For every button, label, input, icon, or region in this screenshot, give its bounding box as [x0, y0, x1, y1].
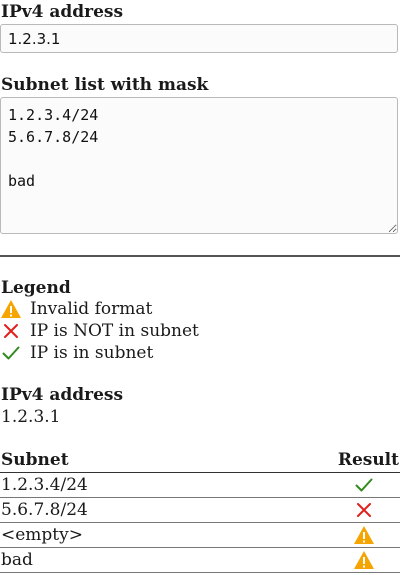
row-subnet: 5.6.7.8/24 [1, 500, 88, 520]
table-row: bad [0, 548, 400, 573]
subnet-list-textarea[interactable] [0, 97, 398, 234]
cross-icon [0, 320, 22, 342]
table-row: <empty> [0, 523, 400, 548]
legend-item-label: IP is in subnet [30, 343, 154, 363]
warning-icon [353, 524, 375, 546]
subnet-list-label: Subnet list with mask [1, 75, 209, 95]
results-table-header: Subnet Result [0, 448, 400, 473]
table-row: 1.2.3.4/24 [0, 473, 400, 498]
legend-title: Legend [1, 278, 71, 298]
results-table: Subnet Result 1.2.3.4/24 5.6.7.8/24 <emp… [0, 448, 400, 573]
result-ip-value: 1.2.3.1 [1, 407, 61, 427]
legend-item-label: Invalid format [30, 299, 153, 319]
ip-address-input[interactable] [0, 24, 398, 53]
section-divider [0, 255, 400, 257]
legend-item-in-subnet: IP is in subnet [0, 342, 153, 364]
legend-item-invalid: Invalid format [0, 298, 152, 320]
row-subnet: <empty> [1, 525, 83, 545]
result-ip-title: IPv4 address [1, 385, 124, 405]
cross-icon [353, 499, 375, 521]
warning-icon [353, 549, 375, 571]
row-subnet: 1.2.3.4/24 [1, 475, 88, 495]
column-header-result: Result [337, 450, 399, 470]
check-icon [353, 474, 375, 496]
legend-item-not-in-subnet: IP is NOT in subnet [0, 320, 199, 342]
row-subnet: bad [1, 550, 33, 570]
column-header-subnet: Subnet [1, 450, 69, 470]
legend-item-label: IP is NOT in subnet [30, 321, 199, 341]
table-row: 5.6.7.8/24 [0, 498, 400, 523]
check-icon [0, 342, 22, 364]
warning-icon [0, 298, 22, 320]
ip-address-label: IPv4 address [1, 2, 124, 22]
